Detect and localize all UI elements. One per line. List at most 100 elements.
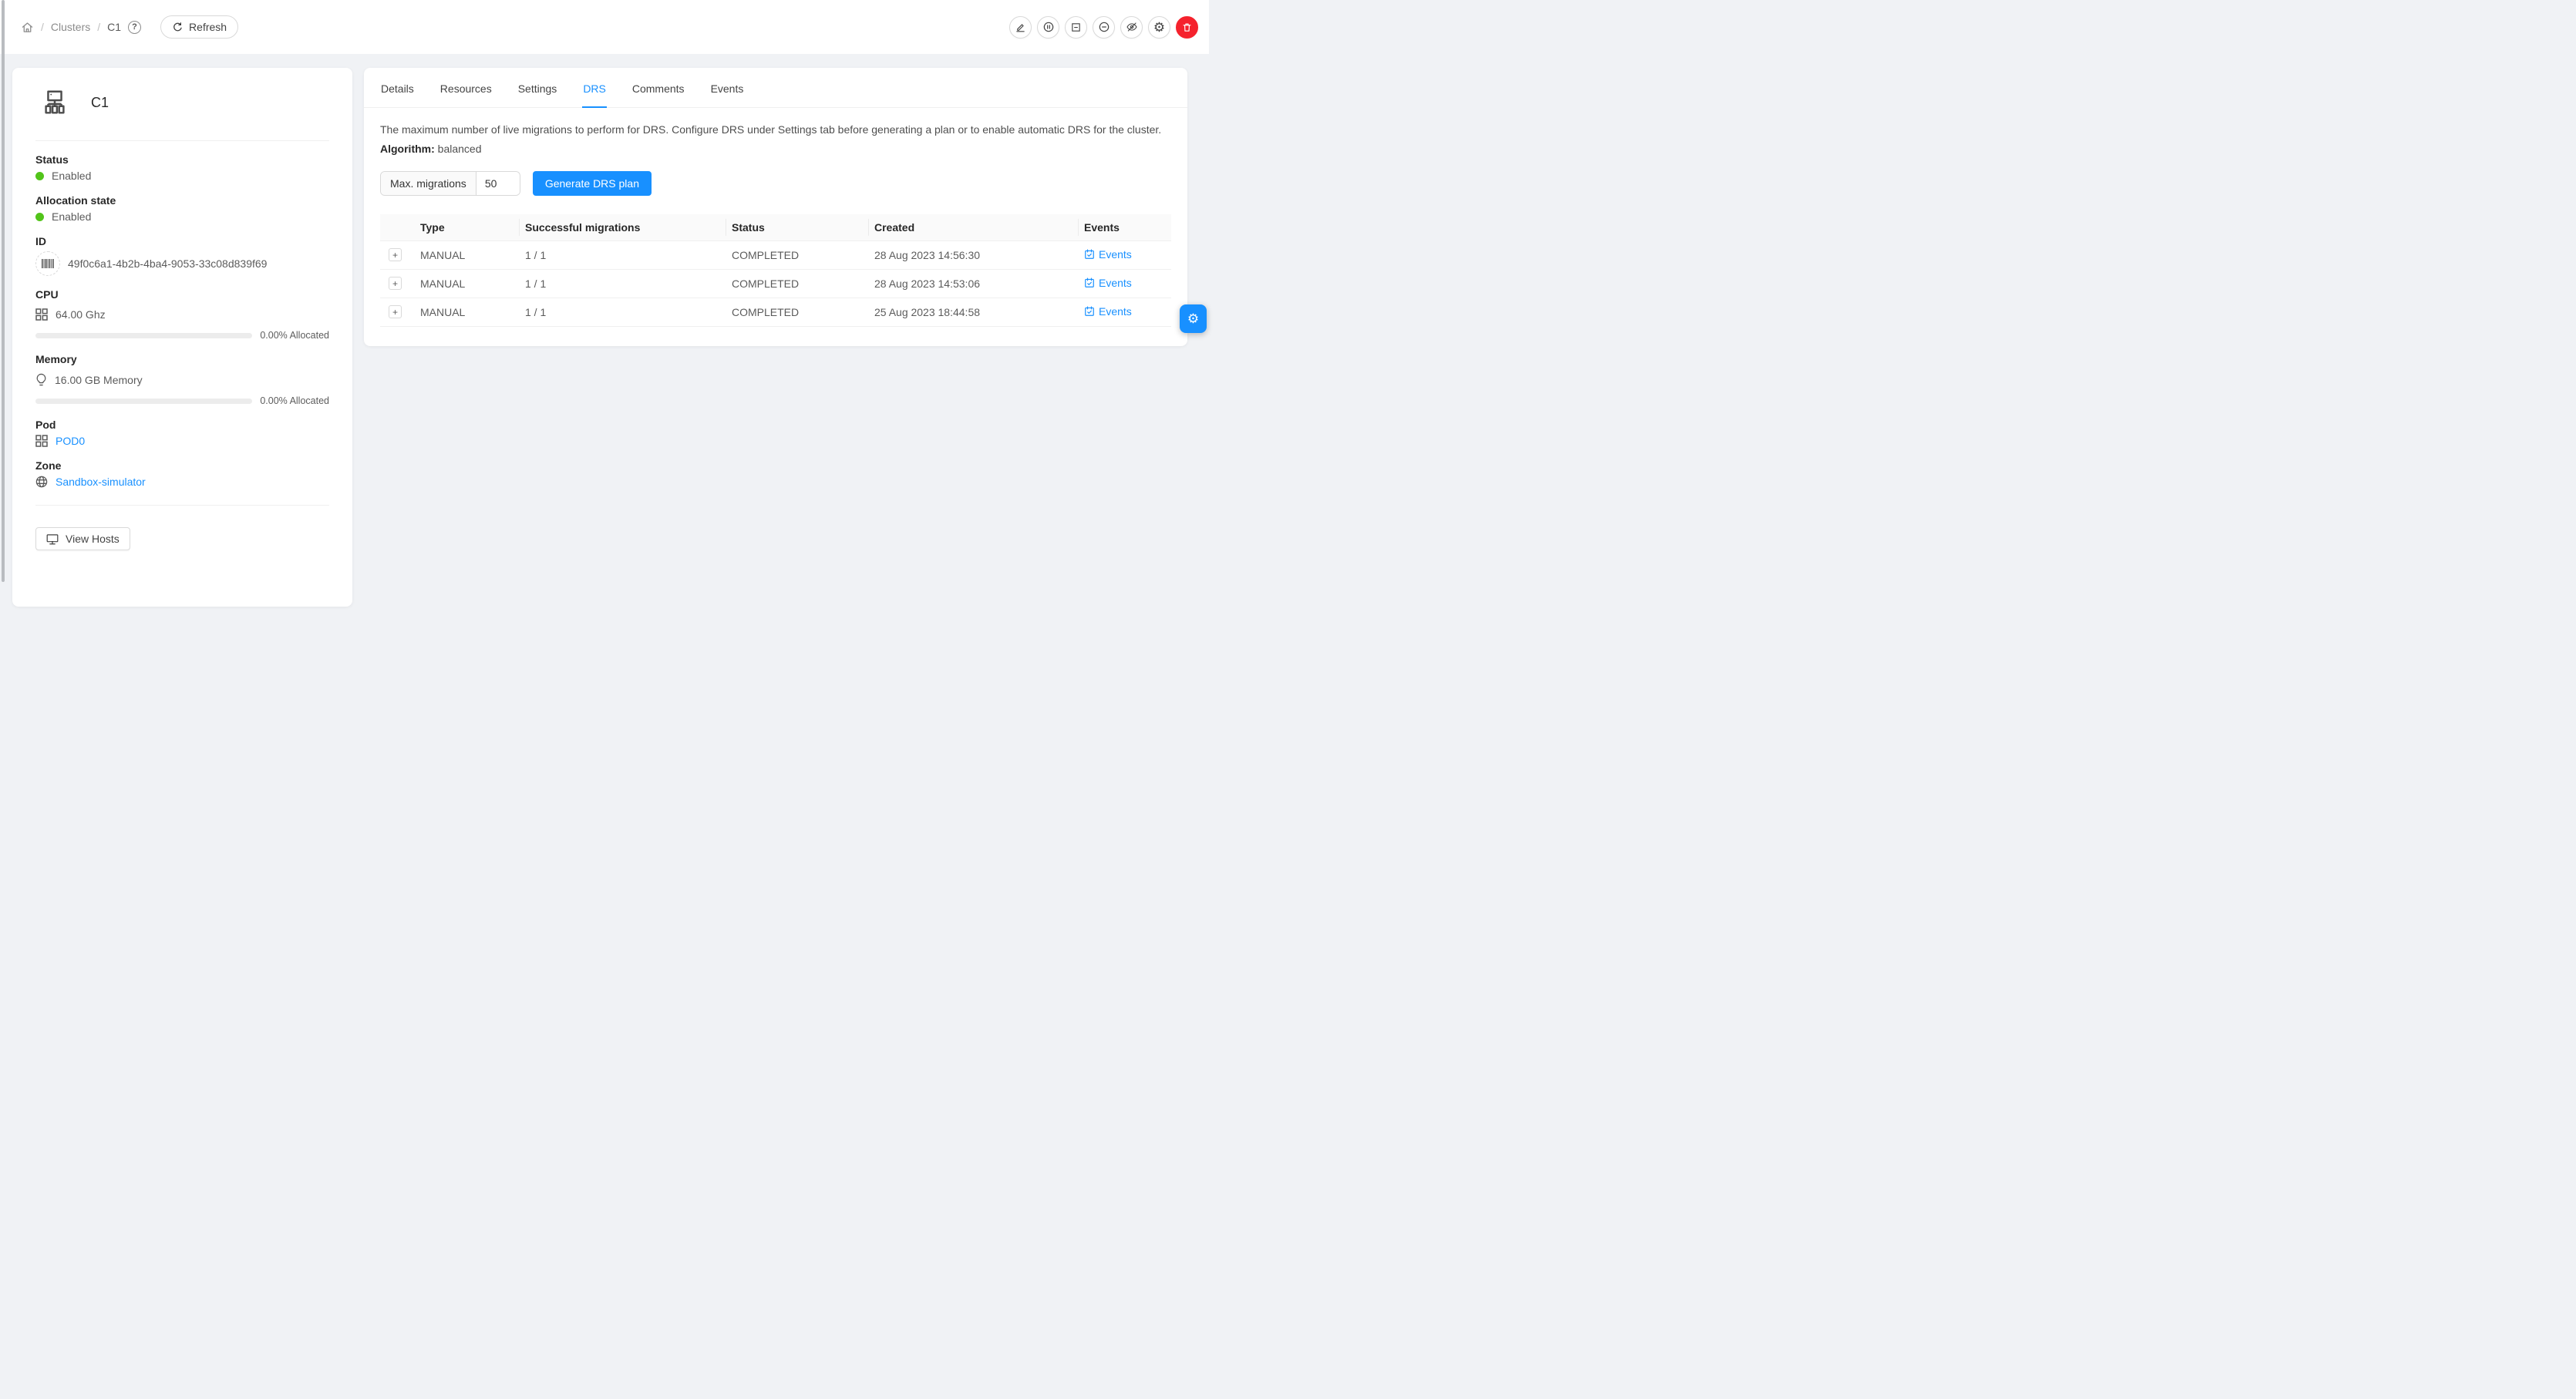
divider bbox=[35, 140, 329, 141]
cell-status: COMPLETED bbox=[726, 240, 868, 269]
cell-type: MANUAL bbox=[414, 298, 519, 326]
unmanage-button[interactable] bbox=[1065, 16, 1087, 39]
delete-button[interactable] bbox=[1176, 16, 1198, 39]
view-hosts-button[interactable]: View Hosts bbox=[35, 527, 130, 550]
pod-section: Pod POD0 bbox=[35, 419, 329, 447]
breadcrumb-separator: / bbox=[97, 21, 100, 33]
trash-icon bbox=[1181, 22, 1193, 33]
status-value: Enabled bbox=[52, 170, 91, 182]
refresh-label: Refresh bbox=[189, 21, 227, 33]
minus-square-icon bbox=[1070, 22, 1082, 33]
disable-button[interactable] bbox=[1093, 16, 1115, 39]
zone-section: Zone Sandbox-simulator bbox=[35, 459, 329, 488]
settings-button[interactable]: ⚙ bbox=[1148, 16, 1170, 39]
minus-circle-icon bbox=[1098, 21, 1110, 33]
calendar-check-icon bbox=[1084, 249, 1095, 260]
generate-drs-plan-button[interactable]: Generate DRS plan bbox=[533, 171, 652, 196]
pod-label: Pod bbox=[35, 419, 329, 431]
table-row: + MANUAL 1 / 1 COMPLETED 28 Aug 2023 14:… bbox=[380, 240, 1171, 269]
cell-migrations: 1 / 1 bbox=[519, 240, 726, 269]
drs-plans-table: Type Successful migrations Status Create… bbox=[380, 214, 1171, 327]
column-type: Type bbox=[414, 214, 519, 240]
breadcrumb-clusters-link[interactable]: Clusters bbox=[51, 21, 90, 33]
calendar-check-icon bbox=[1084, 277, 1095, 288]
top-bar: / Clusters / C1 ? Refresh bbox=[0, 0, 1209, 54]
reload-icon bbox=[172, 22, 184, 33]
pod-link[interactable]: POD0 bbox=[56, 435, 85, 447]
cell-created: 28 Aug 2023 14:53:06 bbox=[868, 269, 1078, 298]
detail-card: Details Resources Settings DRS Comments … bbox=[364, 68, 1187, 346]
status-dot-icon bbox=[35, 172, 44, 180]
events-link[interactable]: Events bbox=[1084, 277, 1132, 289]
tab-drs[interactable]: DRS bbox=[582, 68, 607, 108]
column-created: Created bbox=[868, 214, 1078, 240]
barcode-icon bbox=[35, 251, 60, 276]
floating-settings-button[interactable]: ⚙ bbox=[1180, 304, 1207, 333]
table-header-row: Type Successful migrations Status Create… bbox=[380, 214, 1171, 240]
resource-info-card: C1 Status Enabled Allocation state Enabl… bbox=[12, 68, 352, 607]
cell-type: MANUAL bbox=[414, 269, 519, 298]
cpu-value: 64.00 Ghz bbox=[56, 308, 106, 321]
zone-label: Zone bbox=[35, 459, 329, 472]
left-scrollbar[interactable] bbox=[2, 0, 5, 582]
drs-panel: The maximum number of live migrations to… bbox=[364, 108, 1187, 327]
column-events: Events bbox=[1078, 214, 1171, 240]
bulb-icon bbox=[35, 373, 47, 386]
tab-resources[interactable]: Resources bbox=[439, 68, 493, 107]
gear-icon: ⚙ bbox=[1187, 311, 1199, 327]
cell-migrations: 1 / 1 bbox=[519, 269, 726, 298]
memory-value: 16.00 GB Memory bbox=[55, 374, 143, 386]
pause-button[interactable] bbox=[1037, 16, 1059, 39]
cell-status: COMPLETED bbox=[726, 269, 868, 298]
status-label: Status bbox=[35, 153, 329, 166]
max-migrations-group: Max. migrations bbox=[380, 171, 520, 196]
memory-section: Memory 16.00 GB Memory 0.00% Allocated bbox=[35, 353, 329, 406]
pause-circle-icon bbox=[1042, 21, 1055, 33]
globe-icon bbox=[35, 476, 48, 488]
home-icon[interactable] bbox=[21, 21, 34, 34]
allocation-dot-icon bbox=[35, 213, 44, 221]
allocation-value: Enabled bbox=[52, 210, 91, 223]
max-migrations-input[interactable] bbox=[476, 172, 520, 195]
algorithm-value: balanced bbox=[438, 143, 482, 155]
monitor-icon bbox=[46, 533, 59, 545]
refresh-button[interactable]: Refresh bbox=[160, 15, 238, 39]
expand-column-header bbox=[380, 214, 414, 240]
tab-comments[interactable]: Comments bbox=[631, 68, 685, 107]
table-row: + MANUAL 1 / 1 COMPLETED 28 Aug 2023 14:… bbox=[380, 269, 1171, 298]
gear-icon: ⚙ bbox=[1153, 21, 1165, 34]
cpu-grid-icon bbox=[35, 308, 48, 321]
cell-created: 25 Aug 2023 18:44:58 bbox=[868, 298, 1078, 326]
column-successful-migrations: Successful migrations bbox=[519, 214, 726, 240]
memory-allocated-text: 0.00% Allocated bbox=[260, 395, 329, 406]
id-label: ID bbox=[35, 235, 329, 247]
tab-settings[interactable]: Settings bbox=[517, 68, 558, 107]
status-section: Status Enabled bbox=[35, 153, 329, 182]
tab-details[interactable]: Details bbox=[380, 68, 415, 107]
events-link[interactable]: Events bbox=[1084, 305, 1132, 318]
table-row: + MANUAL 1 / 1 COMPLETED 25 Aug 2023 18:… bbox=[380, 298, 1171, 326]
breadcrumb: / Clusters / C1 ? Refresh bbox=[21, 15, 238, 39]
column-status: Status bbox=[726, 214, 868, 240]
eye-invisible-icon bbox=[1126, 21, 1138, 33]
hide-button[interactable] bbox=[1120, 16, 1143, 39]
breadcrumb-current: C1 bbox=[107, 21, 121, 33]
tab-events[interactable]: Events bbox=[710, 68, 745, 107]
id-section: ID 49f0c6a1-4b2b-4ba4-9053-33c08d839f69 bbox=[35, 235, 329, 276]
help-question-icon[interactable]: ? bbox=[128, 21, 141, 34]
view-hosts-label: View Hosts bbox=[66, 533, 120, 545]
id-value: 49f0c6a1-4b2b-4ba4-9053-33c08d839f69 bbox=[68, 257, 267, 270]
expand-row-button[interactable]: + bbox=[389, 277, 402, 290]
expand-row-button[interactable]: + bbox=[389, 248, 402, 261]
allocation-section: Allocation state Enabled bbox=[35, 194, 329, 223]
edit-button[interactable] bbox=[1009, 16, 1032, 39]
breadcrumb-separator: / bbox=[41, 21, 44, 33]
edit-icon bbox=[1015, 22, 1026, 33]
resource-title: C1 bbox=[91, 95, 109, 111]
cpu-label: CPU bbox=[35, 288, 329, 301]
zone-link[interactable]: Sandbox-simulator bbox=[56, 476, 146, 488]
events-link[interactable]: Events bbox=[1084, 248, 1132, 261]
cpu-section: CPU 64.00 Ghz 0.00% Allocated bbox=[35, 288, 329, 341]
expand-row-button[interactable]: + bbox=[389, 305, 402, 318]
algorithm-label: Algorithm: bbox=[380, 143, 435, 155]
